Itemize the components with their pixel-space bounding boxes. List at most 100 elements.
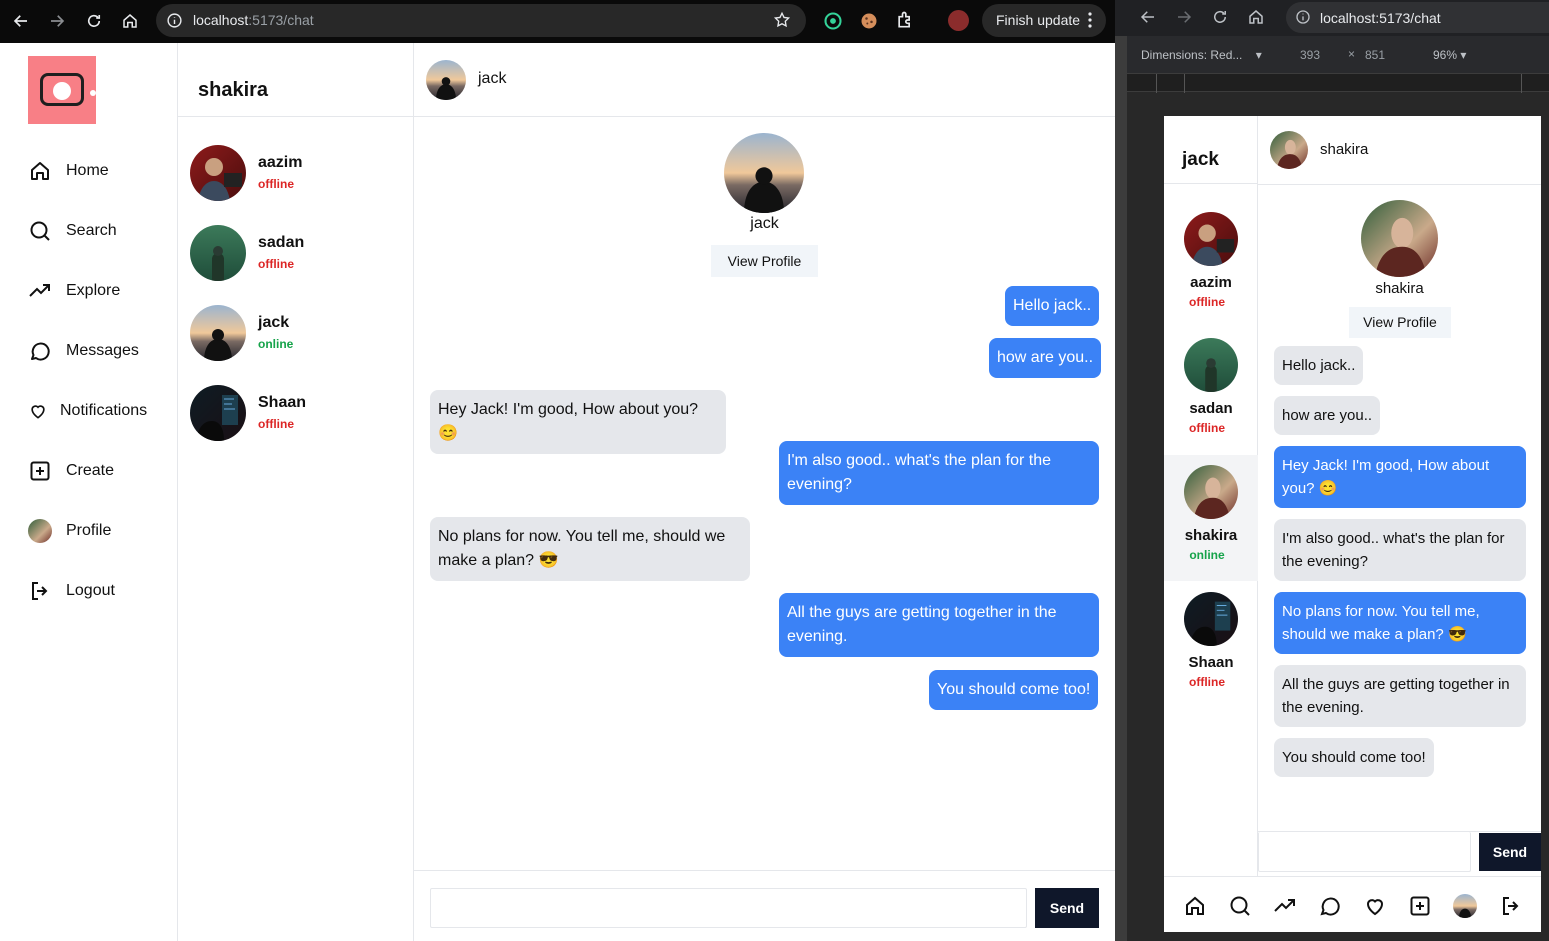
back-arrow-icon[interactable]: [10, 10, 32, 32]
nav-item-explore[interactable]: Explore: [28, 278, 120, 304]
conversation-item[interactable]: aazim offline: [190, 143, 402, 203]
url-text: localhost:5173/chat: [193, 12, 314, 28]
chat-partner-avatar[interactable]: [426, 60, 466, 100]
nav-item-notifications[interactable]: Notifications: [28, 398, 147, 424]
user-name: aazim: [258, 154, 303, 171]
nav-item-profile[interactable]: Profile: [28, 518, 111, 544]
dimensions-select[interactable]: Dimensions: Red... ▾: [1141, 48, 1262, 62]
width-input[interactable]: 393: [1300, 48, 1320, 62]
address-bar[interactable]: localhost:5173/chat: [1286, 2, 1549, 33]
conversation-item[interactable]: sadan offline: [190, 223, 402, 283]
star-icon[interactable]: [773, 11, 791, 29]
device-conversation-item-selected[interactable]: shakira online: [1164, 455, 1258, 581]
nav-label-search: Search: [66, 222, 117, 239]
nav-label-logout: Logout: [66, 582, 115, 599]
device-chat-panel: shakira shakira View Profile Hello jack.…: [1258, 116, 1541, 876]
camera-logo-icon[interactable]: [28, 56, 96, 124]
view-profile-button[interactable]: View Profile: [1349, 307, 1451, 338]
user-status: offline: [1189, 295, 1225, 309]
home-icon[interactable]: [1247, 8, 1265, 26]
profile-name: shakira: [1375, 280, 1424, 297]
nav-label-create: Create: [66, 462, 115, 479]
extension-icon[interactable]: [895, 10, 915, 30]
user-status: offline: [258, 417, 294, 431]
browser-window-devtools: localhost:5173/chat Dimensions: Red... ▾…: [1115, 0, 1549, 941]
nav-item-create[interactable]: Create: [28, 458, 114, 484]
finish-update-button[interactable]: Finish update: [982, 4, 1106, 37]
user-name: shakira: [1184, 527, 1238, 544]
user-name: jack: [258, 314, 290, 331]
user-name: sadan: [258, 234, 305, 251]
device-current-username: jack: [1182, 149, 1219, 170]
nav-item-logout[interactable]: Logout: [28, 578, 115, 604]
chat-partner-avatar[interactable]: [1270, 131, 1308, 169]
nav-label-home: Home: [66, 162, 109, 179]
heart-icon[interactable]: [1363, 894, 1387, 918]
browser-profile-avatar[interactable]: [948, 10, 969, 31]
device-conversation-list: jack aazim offline sadan offline shakira…: [1164, 116, 1258, 876]
plus-square-icon[interactable]: [1408, 894, 1432, 918]
avatar: [190, 145, 246, 201]
device-message-composer: Send: [1258, 831, 1541, 876]
message-bubble-received: No plans for now. You tell me, should we…: [430, 517, 750, 581]
address-bar[interactable]: localhost:5173/chat: [156, 4, 806, 37]
profile-avatar: [28, 519, 52, 543]
nav-label-profile: Profile: [66, 522, 112, 539]
back-arrow-icon[interactable]: [1139, 8, 1157, 26]
home-icon[interactable]: [1183, 894, 1207, 918]
home-icon[interactable]: [119, 10, 141, 32]
user-name: Shaan: [1188, 654, 1234, 671]
message-bubble-sent: You should come too!: [929, 670, 1099, 710]
browser-toolbar-secondary: localhost:5173/chat: [1115, 0, 1549, 36]
forward-arrow-icon[interactable]: [1175, 8, 1193, 26]
nav-label-messages: Messages: [66, 342, 139, 359]
send-button[interactable]: Send: [1035, 888, 1099, 928]
reload-icon[interactable]: [1211, 8, 1229, 26]
info-icon[interactable]: [1295, 9, 1311, 25]
device-conversation-item[interactable]: aazim offline: [1164, 202, 1258, 328]
message-bubble-received: You should come too!: [1274, 738, 1434, 777]
nav-item-home[interactable]: Home: [28, 158, 109, 184]
send-button[interactable]: Send: [1479, 833, 1541, 871]
avatar: [190, 305, 246, 361]
message-circle-icon[interactable]: [1318, 894, 1342, 918]
message-input[interactable]: [430, 888, 1027, 928]
info-icon[interactable]: [166, 12, 183, 29]
profile-avatar[interactable]: [1453, 894, 1477, 918]
url-text: localhost:5173/chat: [1320, 10, 1441, 26]
conversation-list: shakira aazim offline sadan offline jack…: [178, 43, 414, 941]
profile-avatar-large: [724, 133, 804, 213]
profile-avatar-large: [1361, 200, 1438, 277]
message-bubble-received: All the guys are getting together in the…: [1274, 665, 1526, 727]
user-status: online: [258, 337, 294, 351]
media-query-ruler: [1127, 73, 1549, 93]
avatar: [190, 225, 246, 281]
height-input[interactable]: 851: [1365, 48, 1385, 62]
avatar: [190, 385, 246, 441]
user-name: Shaan: [258, 394, 307, 411]
message-bubble-received: I'm also good.. what's the plan for the …: [1274, 519, 1526, 581]
logout-icon: [32, 582, 48, 600]
forward-arrow-icon[interactable]: [46, 10, 68, 32]
avatar: [1184, 592, 1238, 646]
message-input[interactable]: [1258, 832, 1471, 872]
zoom-select[interactable]: 96% ▾: [1433, 48, 1466, 62]
message-bubble-sent: how are you..: [989, 338, 1102, 378]
trending-icon[interactable]: [1273, 894, 1297, 918]
search-icon[interactable]: [1228, 894, 1252, 918]
view-profile-button[interactable]: View Profile: [711, 245, 818, 277]
nav-item-messages[interactable]: Messages: [28, 338, 139, 364]
device-conversation-item[interactable]: sadan offline: [1164, 328, 1258, 454]
nav-item-search[interactable]: Search: [28, 218, 117, 244]
more-vert-icon[interactable]: [1088, 12, 1092, 28]
cookie-icon[interactable]: [859, 11, 879, 31]
user-status: offline: [258, 177, 294, 191]
reload-icon[interactable]: [83, 10, 105, 32]
extension-target-icon[interactable]: [823, 11, 843, 31]
device-list-header: jack: [1164, 116, 1258, 184]
logout-icon[interactable]: [1499, 894, 1523, 918]
device-conversation-item[interactable]: Shaan offline: [1164, 582, 1258, 708]
conversation-item[interactable]: jack online: [190, 303, 402, 363]
avatar: [1184, 212, 1238, 266]
conversation-item[interactable]: Shaan offline: [190, 383, 402, 443]
